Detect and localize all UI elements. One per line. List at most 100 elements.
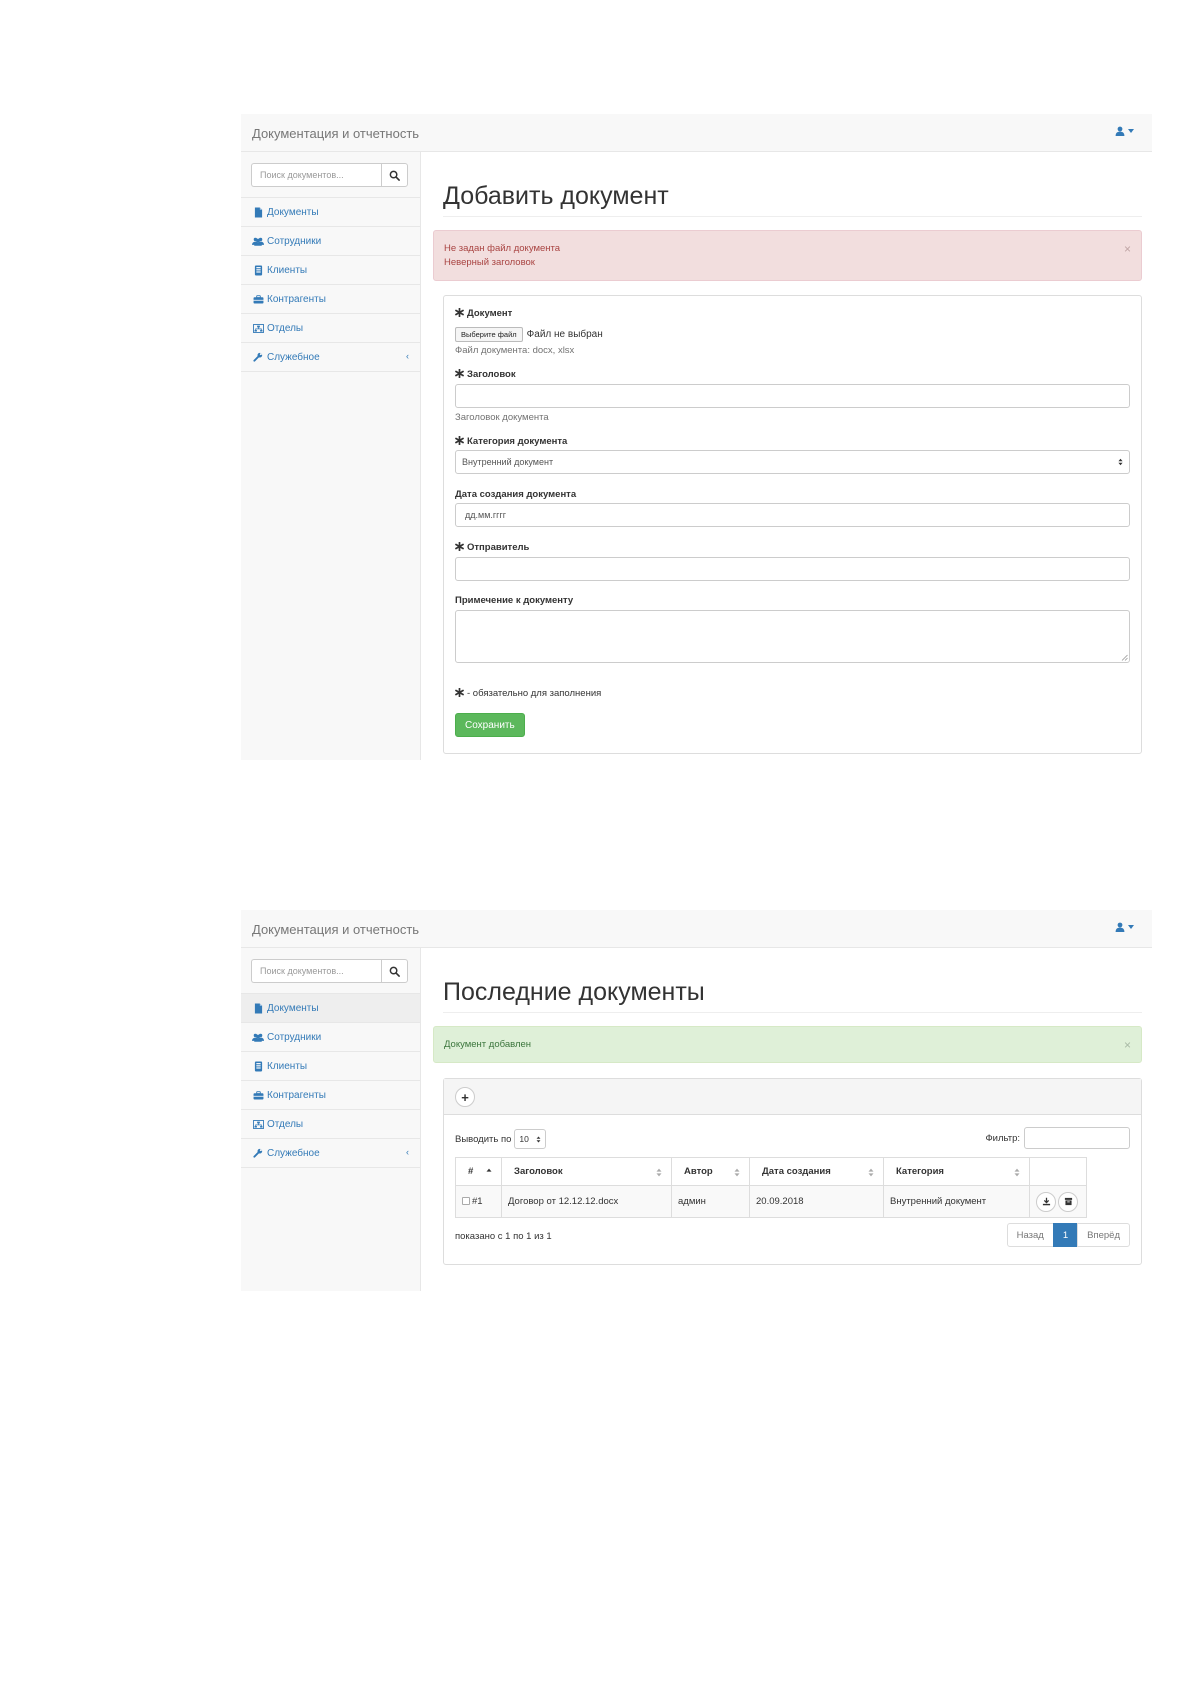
- title-help: Заголовок документа: [455, 412, 549, 423]
- page-length-control: Выводить по 10: [455, 1129, 547, 1149]
- save-button[interactable]: Сохранить: [455, 713, 525, 737]
- users-icon: [252, 237, 264, 246]
- search-input[interactable]: [251, 163, 381, 187]
- sidebar-item-documents[interactable]: Документы: [241, 198, 420, 227]
- users-icon: [252, 1033, 264, 1042]
- user-icon: [1115, 922, 1125, 932]
- sidebar-item-employees[interactable]: Сотрудники: [241, 227, 420, 256]
- pagination-next[interactable]: Вперёд: [1077, 1223, 1130, 1247]
- download-button[interactable]: [1036, 1191, 1056, 1212]
- search-input[interactable]: [251, 959, 381, 983]
- file-status: Файл не выбран: [526, 329, 603, 340]
- filter-input[interactable]: [1024, 1127, 1130, 1149]
- sort-icon: [656, 1168, 662, 1177]
- sidebar-item-service[interactable]: Служебное ‹: [241, 1139, 420, 1168]
- cell-actions: [1029, 1185, 1087, 1218]
- required-asterisk-icon: [455, 369, 464, 378]
- column-header-actions: [1029, 1157, 1087, 1186]
- note-label: Примечение к документу: [455, 595, 574, 606]
- main-content: Последние документы Документ добавлен × …: [421, 948, 1152, 1291]
- documents-panel: + Выводить по 10 Фильтр: # Заголовок Авт…: [443, 1078, 1142, 1265]
- category-select[interactable]: Внутренний документ: [455, 450, 1130, 474]
- archive-button[interactable]: [1058, 1191, 1078, 1212]
- column-header-author[interactable]: Автор: [671, 1157, 750, 1186]
- resize-grip-icon[interactable]: [1121, 654, 1128, 661]
- success-message: Документ добавлен: [444, 1039, 532, 1050]
- row-checkbox[interactable]: [462, 1197, 470, 1205]
- select-arrows-icon: [536, 1136, 541, 1143]
- sidebar-item-contractors[interactable]: Контрагенты: [241, 1081, 420, 1110]
- app-brand[interactable]: Документация и отчетность: [252, 922, 419, 937]
- category-label: Категория документа: [455, 436, 567, 447]
- sidebar-item-contractors[interactable]: Контрагенты: [241, 285, 420, 314]
- app-brand[interactable]: Документация и отчетность: [252, 126, 419, 141]
- search-button[interactable]: [381, 163, 408, 187]
- file-icon: [254, 1003, 263, 1014]
- page-title: Добавить документ: [443, 182, 669, 210]
- close-icon[interactable]: ×: [1124, 242, 1131, 256]
- column-header-id[interactable]: #: [455, 1157, 502, 1186]
- sidebar-item-label: Сотрудники: [267, 235, 322, 247]
- add-document-button[interactable]: +: [455, 1087, 475, 1107]
- filter-label: Фильтр:: [985, 1132, 1020, 1144]
- sidebar-menu: Документы Сотрудники Клиенты Контрагенты…: [241, 993, 420, 1168]
- caret-down-icon: [1128, 925, 1134, 929]
- file-icon: [254, 207, 263, 218]
- sidebar-item-label: Отделы: [267, 322, 304, 334]
- cell-date: 20.09.2018: [749, 1185, 884, 1218]
- sender-label: Отправитель: [455, 542, 529, 553]
- cell-title: Договор от 12.12.12.docx: [501, 1185, 672, 1218]
- column-header-title[interactable]: Заголовок: [501, 1157, 672, 1186]
- error-alert: Не задан файл документа Неверный заголов…: [433, 230, 1142, 281]
- sidebar-item-departments[interactable]: Отделы: [241, 1110, 420, 1139]
- title-input[interactable]: [455, 384, 1130, 408]
- sort-asc-icon: [486, 1168, 492, 1177]
- column-header-category[interactable]: Категория: [883, 1157, 1030, 1186]
- sidebar-item-label: Документы: [267, 206, 319, 218]
- pagination-page-1[interactable]: 1: [1052, 1223, 1079, 1247]
- sidebar-item-label: Отделы: [267, 1118, 304, 1130]
- documents-table: # Заголовок Автор Дата создания Категори…: [455, 1157, 1087, 1218]
- sitemap-icon: [253, 324, 264, 333]
- error-message: Неверный заголовок: [444, 257, 535, 268]
- required-asterisk-icon: [455, 436, 464, 445]
- choose-file-button[interactable]: Выберите файл: [455, 327, 523, 342]
- chevron-left-icon: ‹: [406, 351, 409, 361]
- required-note: - обязательно для заполнения: [455, 688, 601, 699]
- sidebar-item-clients[interactable]: Клиенты: [241, 1052, 420, 1081]
- sidebar-item-label: Клиенты: [267, 1060, 308, 1072]
- page-title: Последние документы: [443, 978, 705, 1006]
- sort-icon: [868, 1168, 874, 1177]
- title-label: Заголовок: [455, 369, 516, 380]
- briefcase-icon: [253, 295, 264, 304]
- document-form: Документ Выберите файл Файл не выбран Фа…: [443, 295, 1142, 754]
- main-content: Добавить документ Не задан файл документ…: [421, 152, 1152, 760]
- sidebar-item-label: Контрагенты: [267, 1089, 326, 1101]
- sidebar-item-service[interactable]: Служебное ‹: [241, 343, 420, 372]
- archive-icon: [1064, 1197, 1073, 1206]
- pagination: Назад 1 Вперёд: [1006, 1223, 1130, 1247]
- title-divider: [443, 1012, 1142, 1013]
- error-message: Не задан файл документа: [444, 243, 561, 254]
- sidebar: Документы Сотрудники Клиенты Контрагенты…: [241, 948, 421, 1291]
- sender-input[interactable]: [455, 557, 1130, 581]
- search-icon: [389, 170, 400, 181]
- sitemap-icon: [253, 1120, 264, 1129]
- search-button[interactable]: [381, 959, 408, 983]
- date-input[interactable]: дд.мм.гггг: [455, 503, 1130, 527]
- sidebar-item-documents[interactable]: Документы: [241, 994, 420, 1023]
- note-textarea[interactable]: [455, 610, 1130, 663]
- search-group: [251, 163, 408, 187]
- pagination-prev[interactable]: Назад: [1006, 1223, 1054, 1247]
- page-length-select[interactable]: 10: [514, 1129, 547, 1149]
- user-menu[interactable]: [1115, 922, 1134, 932]
- sidebar-item-clients[interactable]: Клиенты: [241, 256, 420, 285]
- book-icon: [254, 1061, 263, 1072]
- sidebar-item-label: Документы: [267, 1002, 319, 1014]
- sidebar-item-label: Сотрудники: [267, 1031, 322, 1043]
- sidebar-item-departments[interactable]: Отделы: [241, 314, 420, 343]
- user-menu[interactable]: [1115, 126, 1134, 136]
- sidebar-item-employees[interactable]: Сотрудники: [241, 1023, 420, 1052]
- close-icon[interactable]: ×: [1124, 1038, 1131, 1052]
- column-header-date[interactable]: Дата создания: [749, 1157, 884, 1186]
